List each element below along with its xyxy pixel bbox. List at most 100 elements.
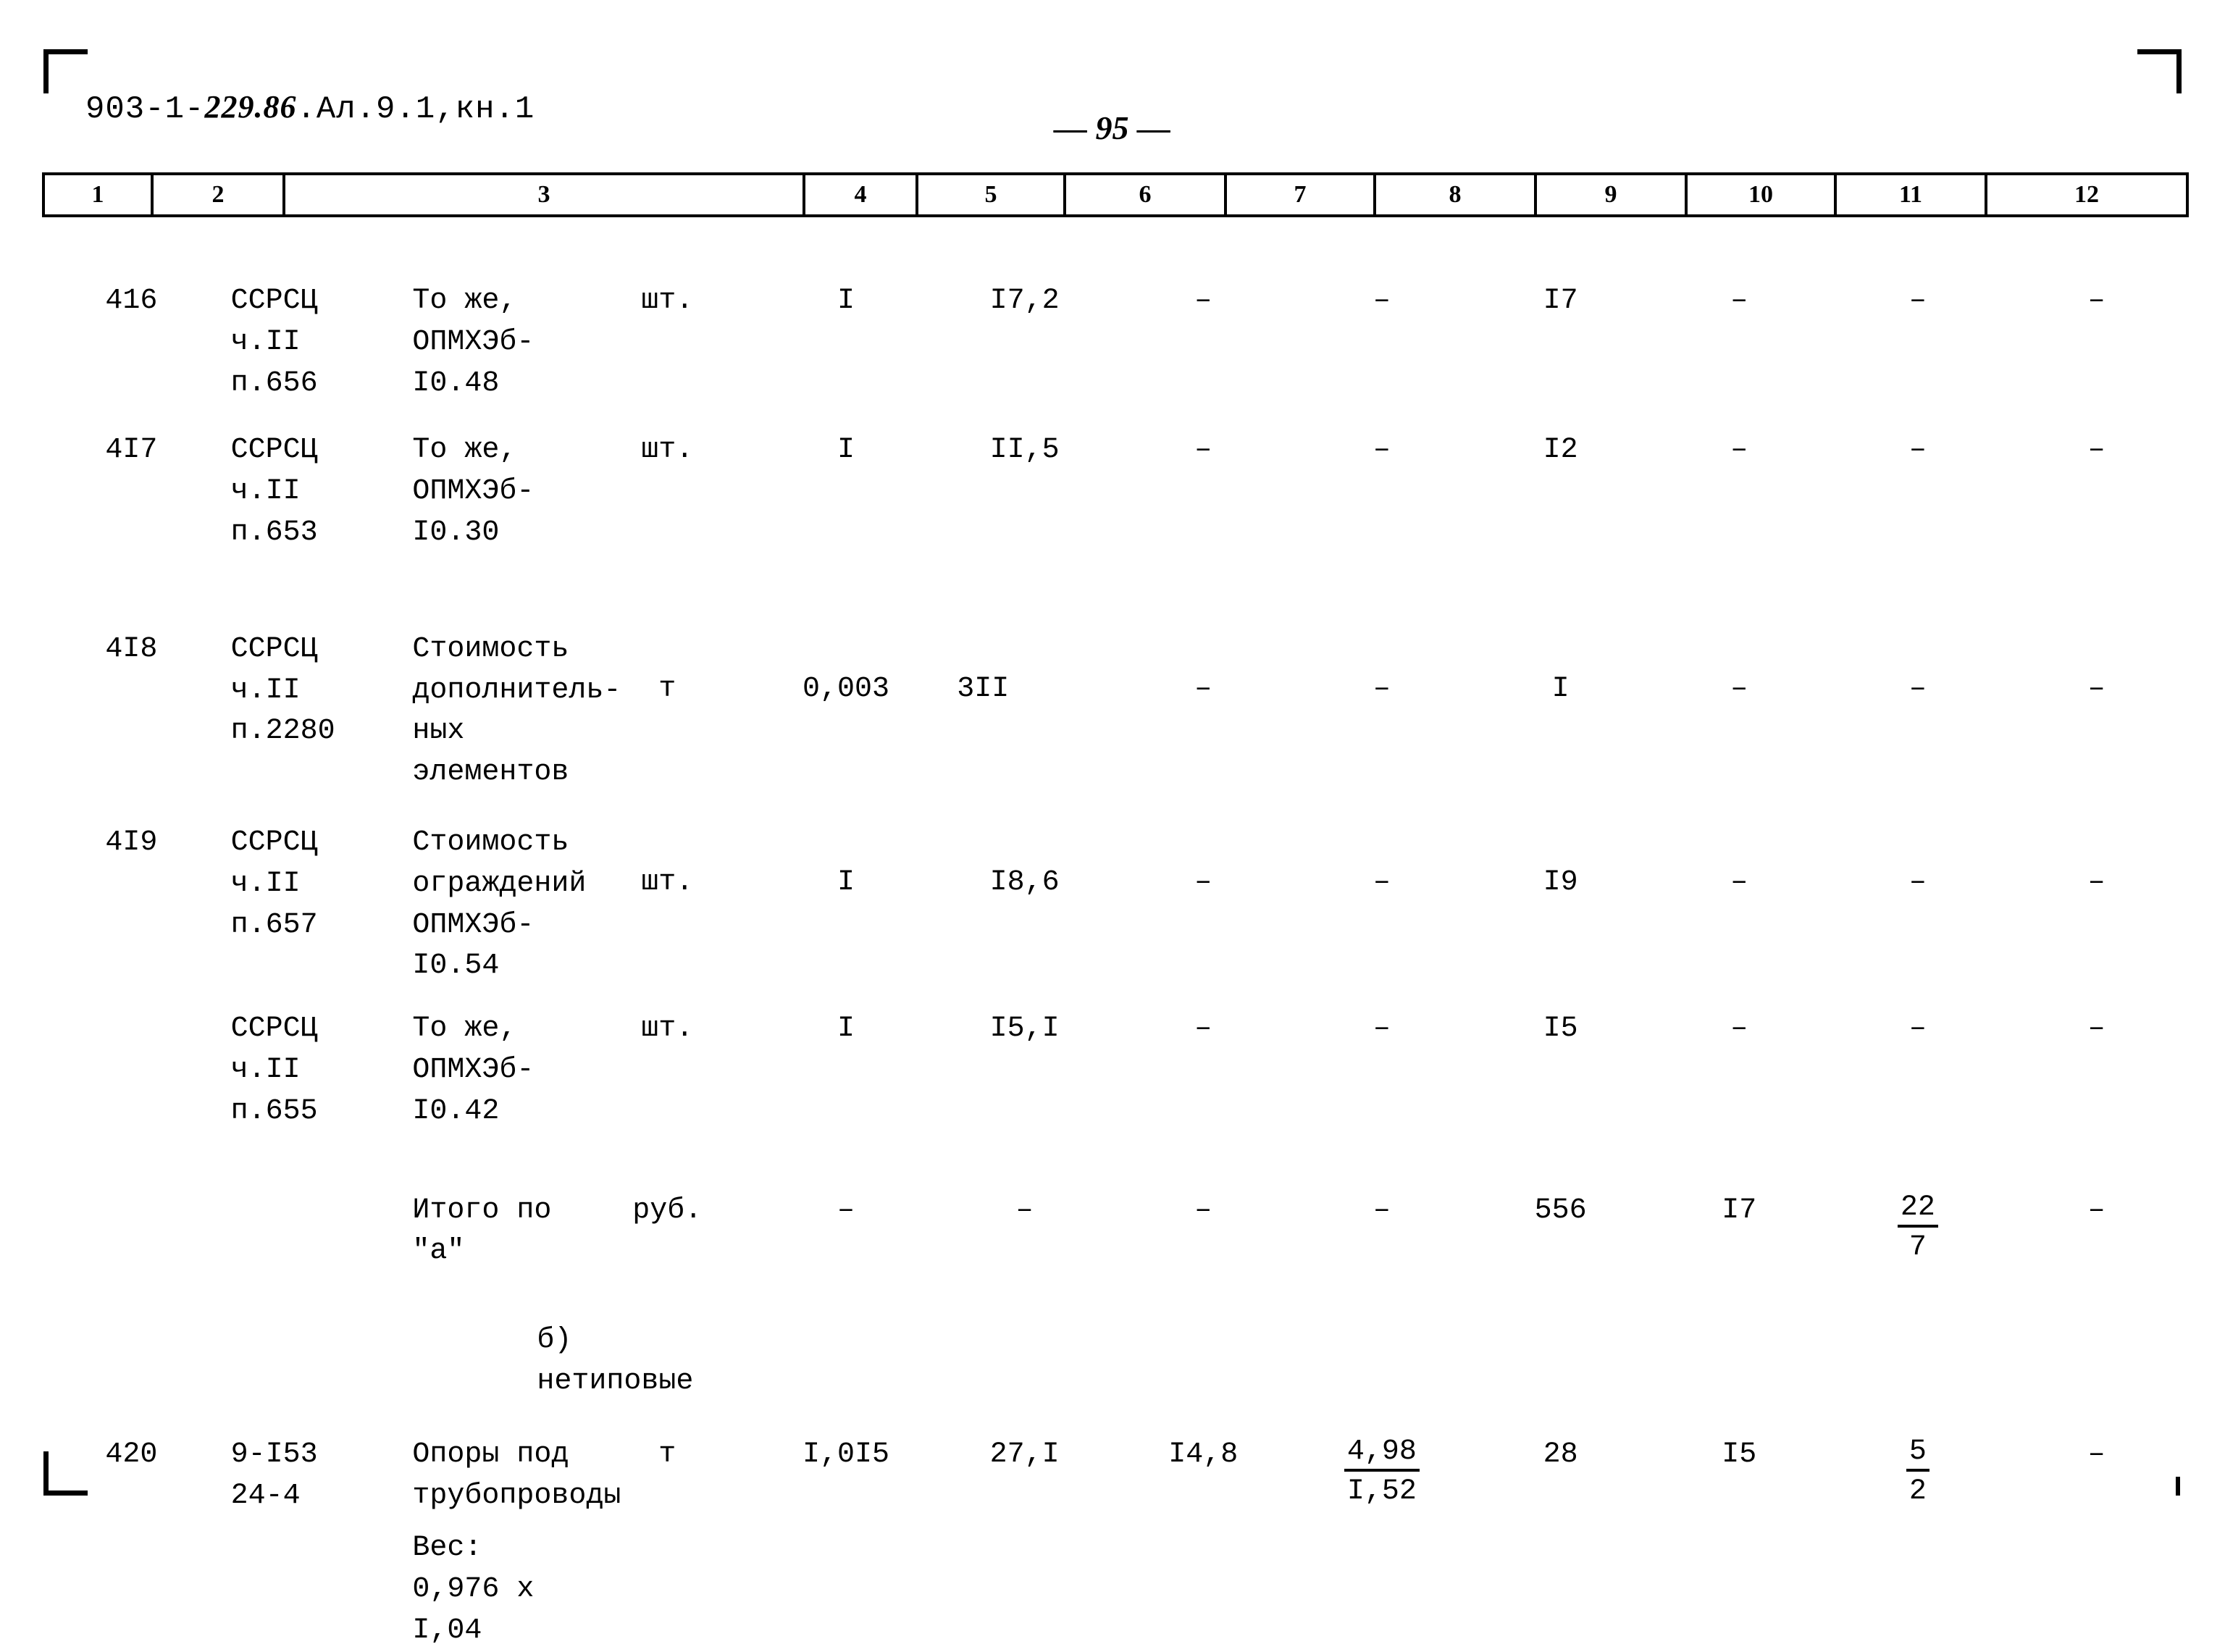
- spacer: [42, 404, 2186, 430]
- row-code: ССРСЦ ч.II п.653: [230, 434, 318, 549]
- row-col10: –: [1730, 1012, 1748, 1046]
- row-col5: I,0I5: [802, 1438, 889, 1471]
- fraction: 5 2: [1906, 1435, 1929, 1509]
- row-col5: 0,003: [802, 672, 889, 705]
- column-header-3: 3: [282, 172, 805, 217]
- row-code: 9-I53 24-4: [230, 1438, 318, 1512]
- weight-note: Вес: 0,976 х I,04: [412, 1532, 535, 1647]
- total-row-col5: –: [837, 1194, 855, 1227]
- row-col5: I: [837, 865, 855, 899]
- row-col6: II,5: [989, 434, 1060, 467]
- row-number: 416: [105, 285, 158, 317]
- fraction-numerator: 4,98: [1344, 1435, 1420, 1472]
- row-col7: –: [1194, 434, 1212, 467]
- table-header-row: 1 2 3 4 5 6 7 8 9 10 11 12: [42, 172, 2189, 217]
- spacer: [42, 794, 2186, 823]
- row-name: То же, ОПМХЭб-I0.48: [412, 285, 535, 400]
- fraction: 22 7: [1897, 1191, 1938, 1265]
- row-col8: –: [1373, 1012, 1391, 1046]
- row-col9: 28: [1543, 1438, 1578, 1471]
- spacer: [42, 1517, 2186, 1528]
- row-col7: –: [1194, 1012, 1212, 1046]
- total-row-col6: –: [1015, 1194, 1034, 1227]
- fraction-denominator: I,52: [1346, 1475, 1417, 1508]
- subheading-row: б) нетиповые: [42, 1320, 2186, 1403]
- row-col9: I5: [1543, 1012, 1578, 1046]
- estimate-table: 416 ССРСЦ ч.II п.656 То же, ОПМХЭб-I0.48…: [42, 239, 2186, 1652]
- row-unit: шт.: [641, 865, 694, 899]
- row-unit: шт.: [641, 285, 694, 317]
- row-col12: –: [2087, 865, 2105, 899]
- table-row: 4I9 ССРСЦ ч.II п.657 Стоимость ограждени…: [42, 823, 2186, 987]
- row-col11: –: [1908, 285, 1927, 317]
- row-number: 4I8: [105, 632, 158, 666]
- spacer: [42, 1133, 2186, 1191]
- row-number: 4I7: [105, 434, 158, 467]
- table-row: 416 ССРСЦ ч.II п.656 То же, ОПМХЭб-I0.48…: [42, 281, 2186, 404]
- row-col6: I7,2: [989, 285, 1060, 317]
- row-col12: –: [2087, 1012, 2105, 1046]
- column-header-2: 2: [151, 172, 285, 217]
- row-col8: –: [1373, 672, 1391, 705]
- row-col9: I2: [1543, 434, 1578, 467]
- row-col5: I: [837, 285, 855, 317]
- total-row-unit: руб.: [632, 1194, 703, 1227]
- row-col7: –: [1194, 672, 1212, 705]
- fraction-numerator: 5: [1906, 1435, 1929, 1472]
- column-header-table: 1 2 3 4 5 6 7 8 9 10 11 12: [42, 172, 2189, 217]
- row-col6: 27,I: [989, 1438, 1060, 1471]
- row-col7: –: [1194, 285, 1212, 317]
- spacer: [42, 1272, 2186, 1320]
- document-code-suffix: .Ал.9.1,кн.1: [296, 91, 535, 127]
- row-number: [42, 1009, 221, 1132]
- row-number: 4I9: [105, 826, 158, 859]
- fraction: 4,98 I,52: [1344, 1435, 1420, 1509]
- document-code-prefix: 903-1-: [85, 91, 205, 127]
- total-row-col7: –: [1194, 1194, 1212, 1227]
- row-number: 420: [105, 1438, 158, 1471]
- table-row: 4I8 ССРСЦ ч.II п.2280 Стоимость дополнит…: [42, 629, 2186, 794]
- column-header-6: 6: [1063, 172, 1227, 217]
- total-row-number: [42, 1191, 221, 1273]
- column-header-8: 8: [1373, 172, 1537, 217]
- column-header-1: 1: [42, 172, 154, 217]
- total-row-col9: 556: [1534, 1194, 1587, 1227]
- row-col11: –: [1908, 672, 1927, 705]
- row-name: Стоимость дополнитель- ных элементов: [412, 632, 621, 789]
- row-name: То же, ОПМХЭб-I0.42: [412, 1012, 535, 1128]
- table-row: ССРСЦ ч.II п.655 То же, ОПМХЭб-I0.42 шт.…: [42, 1009, 2186, 1132]
- row-col11-fraction: 5 2: [1829, 1435, 2008, 1517]
- row-col8-fraction: 4,98 I,52: [1293, 1435, 1472, 1517]
- row-name: То же, ОПМХЭб-I0.30: [412, 434, 535, 549]
- spacer: [42, 554, 2186, 629]
- crop-mark-top-left: [43, 49, 88, 93]
- row-name: Стоимость ограждений ОПМХЭб-I0.54: [412, 826, 587, 983]
- spacer: [42, 987, 2186, 1009]
- page-number: — 95 —: [1054, 109, 1170, 146]
- row-name: Опоры под трубопроводы: [412, 1438, 621, 1512]
- total-row-col12: –: [2087, 1194, 2105, 1227]
- row-col12: –: [2087, 1438, 2105, 1471]
- row-col7: –: [1194, 865, 1212, 899]
- row-col5: I: [837, 434, 855, 467]
- row-unit: шт.: [641, 1012, 694, 1046]
- row-code: ССРСЦ ч.II п.2280: [230, 632, 335, 748]
- row-col10: I5: [1722, 1438, 1757, 1471]
- total-row-code: [221, 1191, 400, 1273]
- table-row: 4I7 ССРСЦ ч.II п.653 То же, ОПМХЭб-I0.30…: [42, 430, 2186, 553]
- total-row-col11-fraction: 22 7: [1829, 1191, 2008, 1273]
- row-col9: I7: [1543, 285, 1578, 317]
- weight-note-row: Вес: 0,976 х I,04: [42, 1528, 2186, 1651]
- row-col6: I8,6: [989, 865, 1060, 899]
- row-col11: –: [1908, 1012, 1927, 1046]
- total-row-col10: I7: [1722, 1194, 1757, 1227]
- total-row-label: Итого по "а": [412, 1194, 552, 1268]
- row-code: ССРСЦ ч.II п.656: [230, 285, 318, 400]
- row-col9: I9: [1543, 865, 1578, 899]
- total-row: Итого по "а" руб. – – – – 556 I7 22 7 –: [42, 1191, 2186, 1273]
- row-col12: –: [2087, 434, 2105, 467]
- column-header-10: 10: [1685, 172, 1837, 217]
- row-unit: шт.: [641, 434, 694, 467]
- row-col7: I4,8: [1168, 1438, 1239, 1471]
- fraction-denominator: 7: [1908, 1230, 1927, 1264]
